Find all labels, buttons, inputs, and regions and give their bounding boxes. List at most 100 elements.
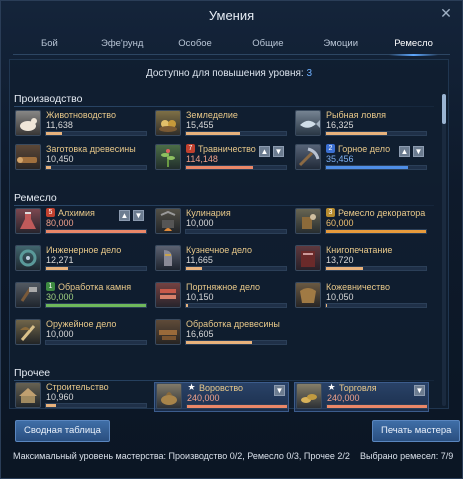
skill-value: 80,000 bbox=[46, 218, 74, 228]
skill-name: Кулинария bbox=[186, 208, 231, 218]
skill-progress-fill bbox=[46, 304, 146, 307]
skill-item[interactable]: Инженерное дело 12,271 bbox=[14, 245, 149, 275]
tab-crafting[interactable]: Ремесло bbox=[377, 35, 450, 56]
skill-progress-bar bbox=[326, 404, 428, 409]
skill-item[interactable]: Оружейное дело 10,000 bbox=[14, 319, 149, 349]
level-up-arrow-icon[interactable]: ▲ bbox=[399, 146, 410, 157]
skill-item[interactable]: Обработка древесины 16,605 bbox=[154, 319, 289, 349]
skill-progress-fill bbox=[46, 166, 51, 169]
skill-progress-fill bbox=[326, 267, 363, 270]
skill-name: Инженерное дело bbox=[46, 245, 122, 255]
skill-item[interactable]: Кузнечное дело 11,665 bbox=[154, 245, 289, 275]
skill-progress-bar bbox=[325, 131, 427, 136]
window-title: Умения bbox=[208, 8, 255, 23]
skill-name: Кожевничество bbox=[326, 282, 390, 292]
level-down-arrow-icon[interactable]: ▼ bbox=[274, 385, 285, 396]
skill-progress-bar bbox=[185, 229, 287, 234]
skill-item[interactable]: Портняжное дело 10,150 bbox=[154, 282, 289, 312]
skill-progress-bar bbox=[45, 340, 147, 345]
skill-progress-fill bbox=[327, 405, 427, 408]
skill-value: 10,150 bbox=[186, 292, 214, 302]
skill-progress-bar bbox=[45, 403, 147, 408]
skill-name: Портняжное дело bbox=[186, 282, 261, 292]
skill-progress-fill bbox=[186, 267, 202, 270]
skill-progress-bar bbox=[185, 131, 287, 136]
construction-icon bbox=[15, 382, 41, 408]
close-icon[interactable]: ✕ bbox=[438, 5, 454, 21]
skill-name: Книгопечатание bbox=[326, 245, 393, 255]
skill-progress-fill bbox=[46, 404, 56, 407]
summary-table-button[interactable]: Сводная таблица bbox=[15, 420, 110, 442]
scrollbar[interactable] bbox=[442, 94, 446, 406]
alchemy-icon bbox=[15, 208, 41, 234]
level-down-arrow-icon[interactable]: ▼ bbox=[413, 146, 424, 157]
skill-progress-bar bbox=[185, 303, 287, 308]
tab-general[interactable]: Общие bbox=[231, 35, 304, 55]
skill-progress-fill bbox=[186, 166, 253, 169]
skill-name: Торговля bbox=[339, 383, 377, 393]
skill-item[interactable]: ★ Воровство 240,000 ▼ bbox=[154, 382, 289, 412]
skill-name: Алхимия bbox=[58, 208, 95, 218]
skill-progress-bar bbox=[45, 266, 147, 271]
skill-item[interactable]: 5 Алхимия 80,000 ▲ ▼ bbox=[14, 208, 149, 238]
skill-value: 11,638 bbox=[46, 120, 73, 130]
mining-icon bbox=[295, 144, 321, 170]
skill-progress-bar bbox=[325, 165, 427, 170]
skill-progress-fill bbox=[326, 304, 327, 307]
skill-progress-fill bbox=[46, 267, 68, 270]
tab-special[interactable]: Особое bbox=[159, 35, 232, 55]
skill-item[interactable]: Кулинария 10,000 bbox=[154, 208, 289, 238]
skills-window: Умения ✕ Бой Эфе'рунд Особое Общие Эмоци… bbox=[0, 0, 463, 479]
skill-progress-bar bbox=[185, 266, 287, 271]
level-up-arrow-icon[interactable]: ▲ bbox=[259, 146, 270, 157]
available-label: Доступно для повышения уровня: bbox=[145, 68, 304, 79]
skill-progress-bar bbox=[185, 340, 287, 345]
available-count: 3 bbox=[306, 68, 313, 79]
skill-item[interactable]: Рыбная ловля 16,325 bbox=[294, 110, 429, 140]
level-down-arrow-icon[interactable]: ▼ bbox=[133, 210, 144, 221]
tab-emotes[interactable]: Эмоции bbox=[304, 35, 377, 55]
level-down-arrow-icon[interactable]: ▼ bbox=[273, 146, 284, 157]
skill-progress-fill bbox=[46, 132, 62, 135]
skill-item[interactable]: 2 Горное дело 35,456 ▲ ▼ bbox=[294, 144, 429, 174]
farming-icon bbox=[155, 110, 181, 136]
skill-item[interactable]: Кожевничество 10,050 bbox=[294, 282, 429, 312]
skill-item[interactable]: Книгопечатание 13,720 bbox=[294, 245, 429, 275]
skill-item[interactable]: 3 Ремесло декоратора 60,000 bbox=[294, 208, 429, 238]
mastery-limit-text: Максимальный уровень мастерства: Произво… bbox=[13, 451, 350, 461]
skill-item[interactable]: 7 Травничество 114,148 ▲ ▼ bbox=[154, 144, 289, 174]
tab-eferund[interactable]: Эфе'рунд bbox=[86, 35, 159, 55]
selected-crafts-text: Выбрано ремесел: 7/9 bbox=[360, 451, 454, 461]
skill-name: Воровство bbox=[199, 383, 244, 393]
skill-item[interactable]: Земледелие 15,455 bbox=[154, 110, 289, 140]
section-divider bbox=[14, 380, 434, 381]
skill-progress-bar bbox=[186, 404, 288, 409]
skill-item[interactable]: 1 Обработка камня 30,000 bbox=[14, 282, 149, 312]
skill-progress-bar bbox=[325, 303, 427, 308]
skill-value: 35,456 bbox=[326, 154, 354, 164]
level-down-arrow-icon[interactable]: ▼ bbox=[414, 385, 425, 396]
section-title-production: Производство bbox=[14, 93, 83, 105]
skill-item[interactable]: Строительство 10,960 bbox=[14, 382, 149, 412]
skill-item[interactable]: Заготовка древесины 10,450 bbox=[14, 144, 149, 174]
rank-badge: 1 bbox=[46, 282, 55, 291]
tab-combat[interactable]: Бой bbox=[13, 35, 86, 55]
skill-name: Животноводство bbox=[46, 110, 116, 120]
scrollbar-thumb[interactable] bbox=[442, 94, 446, 124]
rank-badge: ★ bbox=[327, 382, 336, 392]
skill-progress-bar bbox=[325, 266, 427, 271]
skill-progress-fill bbox=[326, 230, 426, 233]
skill-progress-bar bbox=[45, 229, 147, 234]
skills-panel: Доступно для повышения уровня: 3 Произво… bbox=[9, 59, 449, 412]
skill-progress-fill bbox=[186, 341, 252, 344]
available-points: Доступно для повышения уровня: 3 bbox=[10, 68, 448, 79]
herbalism-icon bbox=[155, 144, 181, 170]
skill-item[interactable]: ★ Торговля 240,000 ▼ bbox=[294, 382, 429, 412]
skill-item[interactable]: Животноводство 11,638 bbox=[14, 110, 149, 140]
skill-value: 240,000 bbox=[327, 393, 360, 403]
skill-value: 10,000 bbox=[46, 329, 74, 339]
thievery-icon bbox=[156, 383, 182, 409]
level-up-arrow-icon[interactable]: ▲ bbox=[119, 210, 130, 221]
skill-value: 60,000 bbox=[326, 218, 354, 228]
print-master-button[interactable]: Печать мастера bbox=[372, 420, 461, 442]
